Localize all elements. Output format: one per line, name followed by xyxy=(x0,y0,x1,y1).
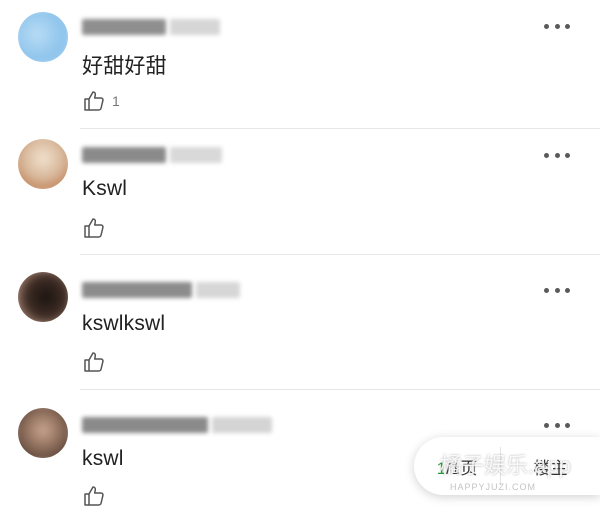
avatar[interactable] xyxy=(18,12,68,62)
more-options-icon[interactable] xyxy=(544,419,570,431)
like-count: 1 xyxy=(112,93,120,109)
comment-text: kswl xyxy=(82,447,124,470)
like-button[interactable] xyxy=(82,215,112,241)
thumbs-up-icon xyxy=(84,91,104,111)
divider xyxy=(80,389,600,390)
like-button[interactable] xyxy=(82,349,112,375)
comment-text: 好甜好甜 xyxy=(82,55,167,78)
comment-text: Kswl xyxy=(82,177,128,200)
page-total: /1页 xyxy=(446,458,478,478)
username-blurred[interactable] xyxy=(82,17,220,37)
floor-owner-button[interactable]: 楼主 xyxy=(501,454,600,479)
username-blurred[interactable] xyxy=(82,280,240,300)
thumbs-up-icon xyxy=(84,218,104,238)
username-blurred[interactable] xyxy=(82,145,222,165)
more-options-icon[interactable] xyxy=(544,284,570,296)
page-indicator-button[interactable]: 1/1页 xyxy=(414,454,500,479)
thumbs-up-icon xyxy=(84,486,104,506)
page-navigator: 1/1页 楼主 xyxy=(414,437,600,495)
divider xyxy=(80,254,600,255)
avatar[interactable] xyxy=(18,272,68,322)
more-options-icon[interactable] xyxy=(544,149,570,161)
thumbs-up-icon xyxy=(84,352,104,372)
like-button[interactable] xyxy=(82,483,112,509)
divider xyxy=(80,128,600,129)
username-blurred[interactable] xyxy=(82,415,272,435)
avatar[interactable] xyxy=(18,139,68,189)
comment-text: kswlkswl xyxy=(82,312,166,335)
like-button[interactable]: 1 xyxy=(82,88,120,114)
avatar[interactable] xyxy=(18,408,68,458)
current-page: 1 xyxy=(436,458,447,478)
more-options-icon[interactable] xyxy=(544,20,570,32)
